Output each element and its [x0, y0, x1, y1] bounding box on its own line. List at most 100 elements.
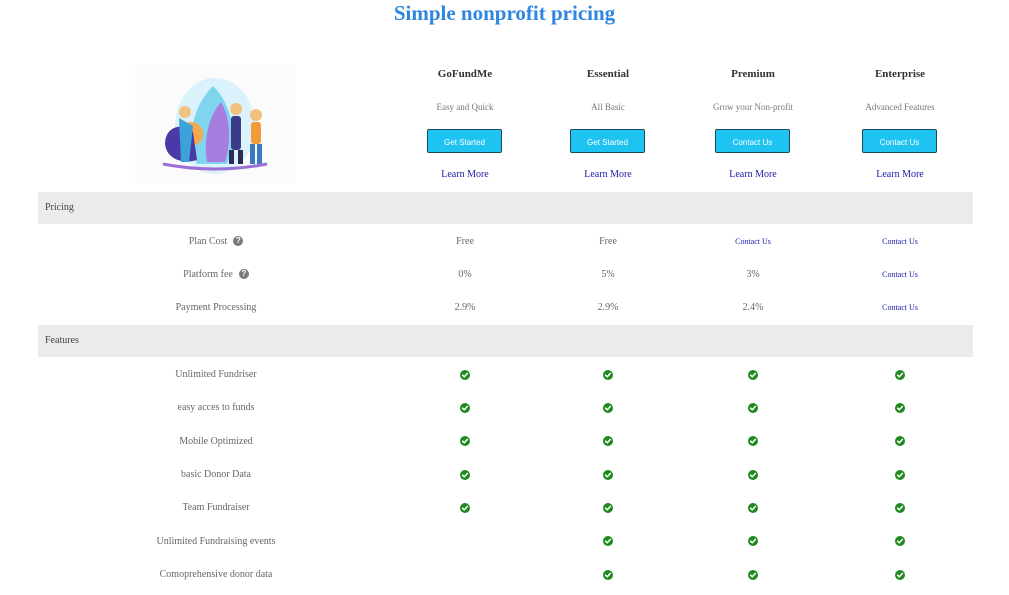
feature-cell [835, 425, 965, 458]
feature-cell [688, 358, 818, 391]
plan-name: Essential [586, 68, 630, 80]
pricing-value: 0% [458, 269, 472, 280]
check-circle-icon [460, 403, 470, 413]
feature-cell [400, 391, 530, 424]
pricing-value: Free [456, 236, 474, 247]
plan-cta-button[interactable]: Get Started [570, 129, 645, 153]
check-circle-icon [460, 369, 470, 380]
row-label-text: Plan Cost [188, 236, 228, 247]
check-circle-icon [748, 502, 758, 513]
help-icon[interactable]: ? [238, 268, 249, 279]
feature-cell [835, 391, 965, 424]
check-circle-icon [748, 536, 758, 547]
feature-cell [400, 425, 530, 458]
feature-row: Comoprehensive donor data [0, 558, 1009, 591]
plan-subtitle: Grow your Non-profit [713, 102, 793, 112]
plan-cta-button[interactable]: Get Started [427, 129, 502, 153]
plan-subtitle: All Basic [591, 102, 625, 112]
pricing-row-label: Payment Processing [110, 291, 322, 324]
plan-cta-button[interactable]: Contact Us [715, 129, 790, 153]
plan-name: Premium [731, 68, 775, 80]
check-circle-icon [748, 369, 758, 380]
learn-more-link[interactable]: Learn More [400, 169, 530, 180]
feature-cell [543, 558, 673, 591]
plan-cta-button[interactable]: Contact Us [862, 129, 937, 153]
check-circle-icon [895, 469, 905, 480]
feature-cell [835, 358, 965, 391]
gardening-team-illustration [135, 64, 295, 184]
pricing-row-label: Plan Cost? [110, 225, 322, 258]
check-circle-icon [603, 436, 613, 447]
feature-cell [543, 358, 673, 391]
pricing-value: 5% [601, 269, 615, 280]
check-circle-icon [460, 436, 470, 447]
learn-more-link[interactable]: Learn More [835, 169, 965, 180]
pricing-value: 2.4% [742, 302, 764, 313]
feature-row: Unlimited Fundraising events [0, 525, 1009, 558]
pricing-row-label: Platform fee? [110, 258, 322, 291]
feature-row-label: easy acces to funds [177, 402, 255, 414]
feature-cell [543, 525, 673, 558]
check-circle-icon [603, 403, 613, 413]
check-circle-icon [603, 469, 613, 480]
check-circle-icon [603, 536, 613, 547]
check-circle-icon [748, 469, 758, 480]
contact-us-link[interactable]: Contact Us [835, 225, 965, 258]
contact-us-link[interactable]: Contact Us [835, 291, 965, 324]
pricing-value: 2.9% [597, 302, 619, 313]
plan-subtitle: Advanced Features [865, 102, 935, 112]
feature-cell [835, 558, 965, 591]
check-circle-icon [895, 502, 905, 513]
feature-cell [688, 425, 818, 458]
feature-row: Mobile Optimized [0, 425, 1009, 458]
contact-us-link[interactable]: Contact Us [688, 225, 818, 258]
feature-cell [400, 458, 530, 491]
pricing-value: 2.9% [454, 302, 476, 313]
feature-cell [543, 391, 673, 424]
plan-name: Enterprise [874, 68, 926, 80]
feature-row: Unlimited Fundriser [0, 358, 1009, 391]
pricing-value: Free [599, 236, 617, 247]
contact-us-link[interactable]: Contact Us [835, 258, 965, 291]
check-circle-icon [895, 403, 905, 413]
check-circle-icon [748, 436, 758, 447]
feature-cell [835, 525, 965, 558]
features-section-header: Features [38, 325, 973, 357]
check-circle-icon [748, 569, 758, 580]
feature-cell [835, 491, 965, 524]
learn-more-link[interactable]: Learn More [688, 169, 818, 180]
row-label-text: Platform fee [183, 269, 233, 280]
pricing-row: Plan Cost? Free Free Contact Us Contact Us [0, 225, 1009, 258]
feature-row-label: Mobile Optimized [179, 435, 253, 447]
learn-more-link[interactable]: Learn More [543, 169, 673, 180]
check-circle-icon [895, 369, 905, 380]
feature-cell [835, 458, 965, 491]
help-icon[interactable]: ? [233, 235, 244, 246]
feature-cell [688, 491, 818, 524]
page-title: Simple nonprofit pricing [393, 1, 616, 25]
feature-row: basic Donor Data [0, 458, 1009, 491]
check-circle-icon [460, 469, 470, 480]
feature-row-label: Team Fundraiser [182, 502, 250, 514]
check-circle-icon [603, 502, 613, 513]
check-circle-icon [748, 403, 758, 413]
feature-cell [400, 358, 530, 391]
feature-cell [543, 491, 673, 524]
feature-row: Team Fundraiser [0, 491, 1009, 524]
row-label-text: Payment Processing [175, 302, 257, 313]
feature-cell [400, 491, 530, 524]
pricing-row: Payment Processing 2.9% 2.9% 2.4% Contact Us [0, 291, 1009, 324]
check-circle-icon [460, 502, 470, 513]
pricing-row: Platform fee? 0% 5% 3% Contact Us [0, 258, 1009, 291]
feature-row-label: Comoprehensive donor data [159, 568, 273, 580]
pricing-section-header: Pricing [38, 192, 973, 224]
plan-subtitle: Easy and Quick [436, 102, 494, 112]
check-circle-icon [895, 536, 905, 547]
check-circle-icon [895, 436, 905, 447]
feature-row-label: basic Donor Data [181, 468, 251, 480]
pricing-value: 3% [746, 269, 760, 280]
feature-cell [688, 525, 818, 558]
feature-cell [688, 458, 818, 491]
check-circle-icon [603, 569, 613, 580]
check-circle-icon [895, 569, 905, 580]
